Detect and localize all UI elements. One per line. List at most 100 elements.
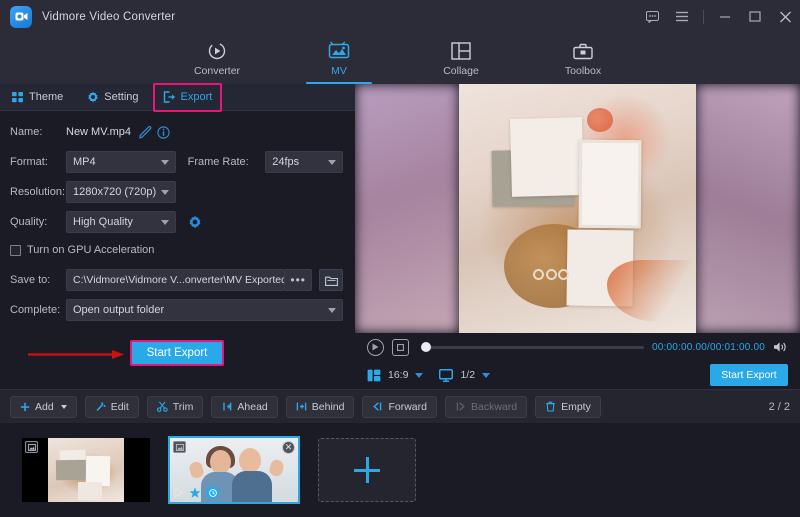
browse-button[interactable]: ••• (285, 269, 312, 291)
divider (703, 10, 704, 24)
saveto-row: Save to: C:\Vidmore\Vidmore V...onverter… (10, 268, 343, 292)
sub-tab-export[interactable]: Export (151, 84, 225, 111)
invitation-card-b (579, 140, 642, 229)
window-controls (637, 0, 800, 33)
main-navigation: Converter MV Collage Toolbox (0, 33, 800, 84)
nav-tab-toolbox[interactable]: Toolbox (544, 33, 622, 84)
plus-icon (354, 457, 380, 483)
name-row: Name: New MV.mp4 (10, 120, 343, 144)
split-chevron-down-icon[interactable] (482, 373, 490, 378)
format-select[interactable]: MP4 (66, 151, 176, 173)
converter-icon (207, 40, 227, 62)
play-icon[interactable] (367, 339, 384, 356)
gpu-checkbox[interactable] (10, 245, 21, 256)
toolbar-button-add[interactable]: Add (10, 396, 77, 418)
toolbar-button-behind[interactable]: Behind (286, 396, 355, 418)
open-folder-button[interactable] (319, 269, 343, 291)
video-camera-icon (15, 11, 28, 22)
toolbar-button-edit-label: Edit (111, 401, 129, 413)
image-icon (173, 441, 186, 453)
feedback-icon[interactable] (637, 0, 667, 33)
framerate-select[interactable]: 24fps (265, 151, 343, 173)
clip-filmstrip: ✕ (0, 423, 800, 517)
clip-toolbar: Add Edit Trim Ahead Behind (0, 389, 800, 423)
play-icon[interactable] (174, 487, 184, 498)
app-logo (10, 6, 32, 28)
ring-3 (558, 269, 569, 280)
sub-tab-export-label: Export (181, 91, 213, 103)
clip-2-overlay-controls (174, 486, 219, 499)
toolbar-button-ahead[interactable]: Ahead (211, 396, 277, 418)
playback-row: 00:00:00.00/00:01:00.00 (355, 333, 800, 361)
red-arrow-pointer (28, 350, 124, 359)
add-clip-tile[interactable] (318, 438, 416, 502)
trash-icon (545, 401, 556, 412)
clip-counter: 2 / 2 (769, 401, 790, 413)
maximize-icon[interactable] (740, 0, 770, 33)
gpu-label: Turn on GPU Acceleration (27, 244, 154, 256)
toolbar-button-empty-label: Empty (561, 401, 591, 413)
speaker-icon[interactable] (773, 341, 788, 353)
ring-1 (533, 269, 544, 280)
pencil-icon[interactable] (139, 126, 152, 139)
preview-image (459, 84, 696, 333)
add-chevron-down-icon[interactable] (61, 405, 67, 409)
toolbox-icon (573, 40, 593, 62)
resolution-select[interactable]: 1280x720 (720p) (66, 181, 176, 203)
nav-tab-mv[interactable]: MV (300, 33, 378, 84)
preview-start-export-button[interactable]: Start Export (710, 364, 788, 386)
complete-select[interactable]: Open output folder (66, 299, 343, 321)
blur-bar-left (355, 84, 459, 333)
clip-thumbnail-2[interactable]: ✕ (170, 438, 298, 502)
sub-tab-theme-label: Theme (29, 91, 63, 103)
framerate-value: 24fps (272, 156, 299, 168)
close-icon[interactable] (770, 0, 800, 33)
saveto-label: Save to: (10, 274, 66, 286)
move-forward-icon (372, 401, 383, 412)
clip-thumbnail-1[interactable] (22, 438, 150, 502)
sub-tab-setting[interactable]: Setting (75, 84, 150, 111)
progress-handle[interactable] (421, 342, 431, 352)
toolbar-button-forward-label: Forward (388, 401, 427, 413)
sub-tab-setting-label: Setting (104, 91, 138, 103)
monitor-icon[interactable] (439, 369, 453, 382)
stop-icon[interactable] (392, 339, 409, 356)
gpu-acceleration-row[interactable]: Turn on GPU Acceleration (10, 240, 343, 260)
aspect-chevron-down-icon[interactable] (415, 373, 423, 378)
menu-icon[interactable] (667, 0, 697, 33)
aspect-ratio-icon[interactable] (367, 369, 381, 382)
sub-tab-theme[interactable]: Theme (0, 84, 75, 111)
panel-export-area: Start Export (0, 329, 355, 389)
nav-tab-collage[interactable]: Collage (422, 33, 500, 84)
minimize-icon[interactable] (710, 0, 740, 33)
quality-select[interactable]: High Quality (66, 211, 176, 233)
flower (587, 108, 613, 132)
toolbar-button-empty[interactable]: Empty (535, 396, 601, 418)
resolution-value: 1280x720 (720p) (73, 186, 156, 198)
toolbar-button-trim-label: Trim (173, 401, 194, 413)
ring-2 (546, 269, 557, 280)
insert-ahead-icon (221, 401, 232, 412)
move-backward-icon (455, 401, 466, 412)
clock-icon[interactable] (206, 486, 219, 499)
split-value: 1/2 (460, 369, 475, 381)
nav-tab-toolbox-label: Toolbox (565, 65, 601, 77)
quality-settings-gear-icon[interactable] (188, 215, 202, 229)
saveto-input[interactable]: C:\Vidmore\Vidmore V...onverter\MV Expor… (66, 269, 285, 291)
info-icon[interactable] (157, 126, 170, 139)
saveto-value: C:\Vidmore\Vidmore V...onverter\MV Expor… (73, 274, 285, 286)
toolbar-button-trim[interactable]: Trim (147, 396, 204, 418)
mv-icon (328, 40, 350, 62)
close-icon[interactable]: ✕ (282, 441, 295, 454)
nav-tab-converter[interactable]: Converter (178, 33, 256, 84)
app-title: Vidmore Video Converter (42, 11, 175, 23)
resolution-label: Resolution: (10, 186, 66, 198)
aspect-ratio-value: 16:9 (388, 369, 408, 381)
toolbar-button-edit[interactable]: Edit (85, 396, 139, 418)
video-preview[interactable] (355, 84, 800, 333)
star-icon[interactable] (189, 487, 201, 499)
progress-slider[interactable] (421, 346, 644, 349)
start-export-button[interactable]: Start Export (130, 340, 224, 366)
toolbar-button-forward[interactable]: Forward (362, 396, 437, 418)
preview-panel: 00:00:00.00/00:01:00.00 16:9 1/2 Start E… (355, 84, 800, 389)
